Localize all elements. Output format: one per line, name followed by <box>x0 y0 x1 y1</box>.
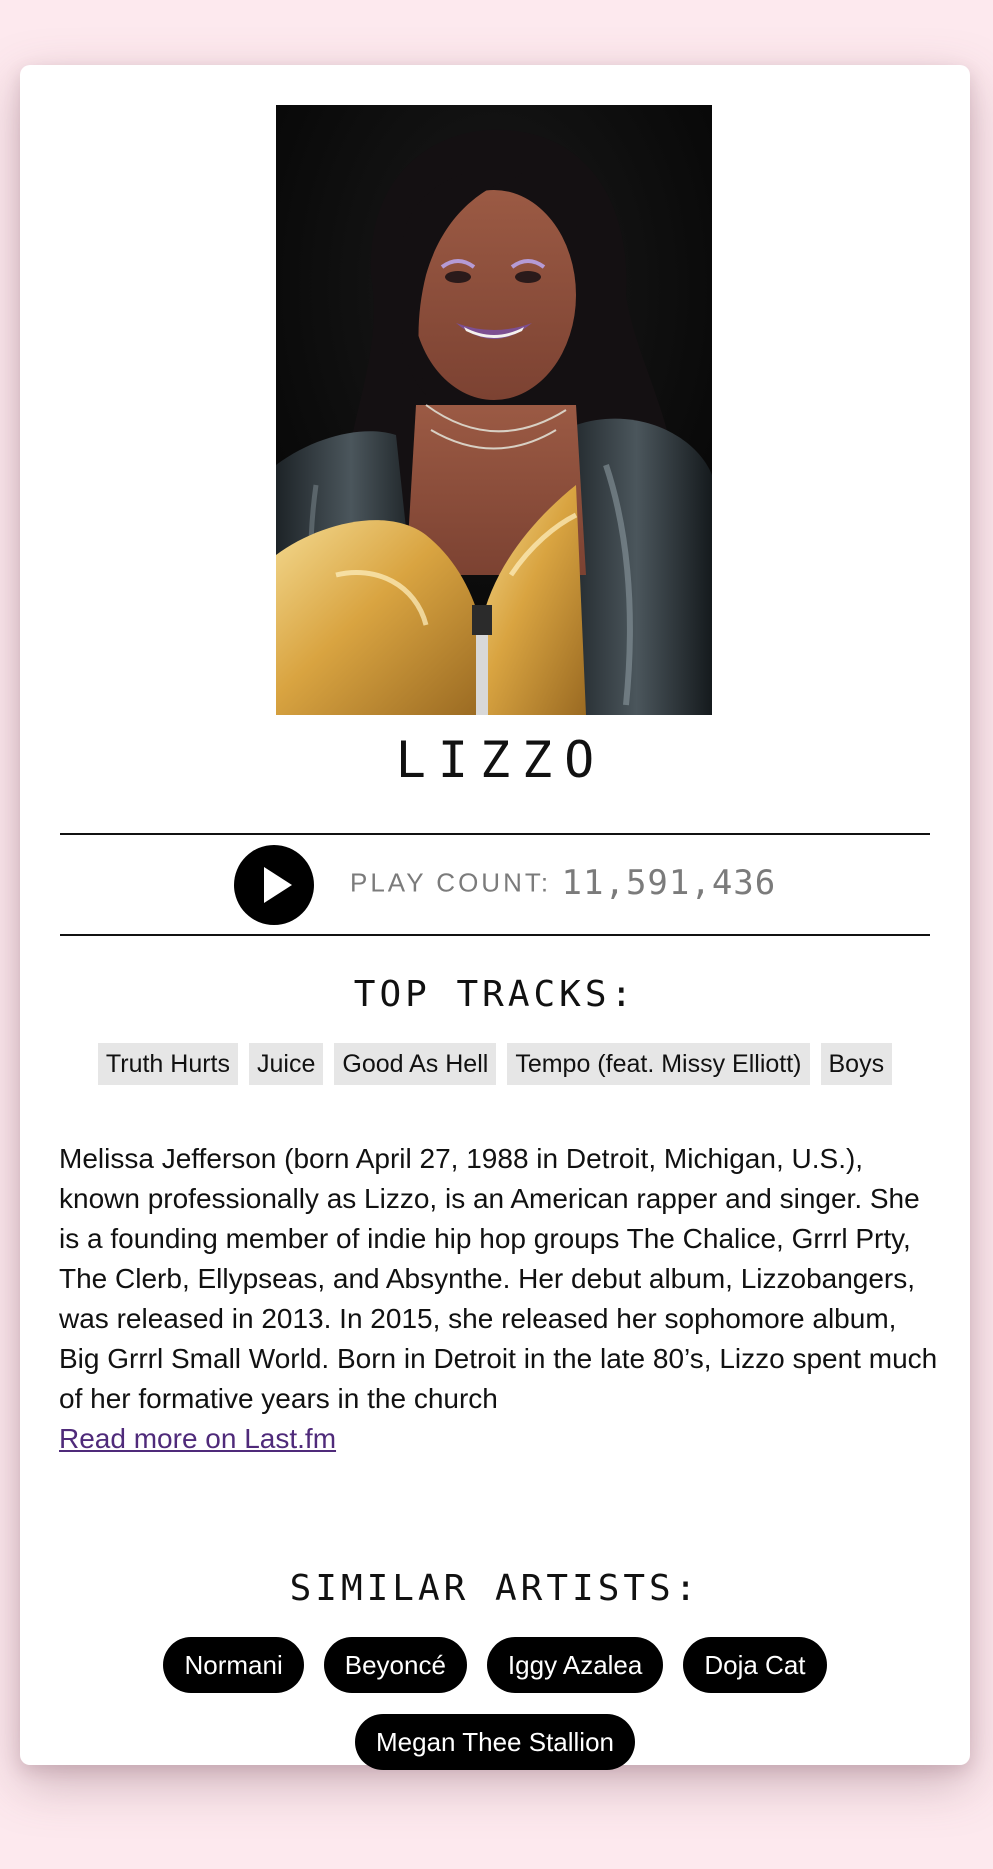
track-tag[interactable]: Tempo (feat. Missy Elliott) <box>507 1043 810 1085</box>
bio-text: Melissa Jefferson (born April 27, 1988 i… <box>59 1143 938 1414</box>
similar-artists-list: Normani Beyoncé Iggy Azalea Doja Cat Meg… <box>160 1572 830 1770</box>
similar-artist-pill[interactable]: Megan Thee Stallion <box>354 1714 635 1770</box>
playcount: PLAY COUNT: 11,591,436 <box>350 863 776 903</box>
artist-name: LIZZO <box>395 731 607 789</box>
artist-photo <box>276 105 712 715</box>
artist-card: LIZZO PLAY COUNT: 11,591,436 TOP TRACKS:… <box>20 65 970 1770</box>
track-tag[interactable]: Good As Hell <box>334 1043 497 1085</box>
similar-artist-pill[interactable]: Doja Cat <box>683 1637 827 1693</box>
similar-artist-pill[interactable]: Normani <box>163 1637 304 1693</box>
track-tag[interactable]: Truth Hurts <box>97 1043 239 1085</box>
similar-artist-pill[interactable]: Iggy Azalea <box>486 1637 664 1693</box>
read-more-link[interactable]: Read more on Last.fm <box>59 1423 336 1454</box>
playcount-bar: PLAY COUNT: 11,591,436 <box>60 833 930 936</box>
top-tracks-list: Truth Hurts Juice Good As Hell Tempo (fe… <box>20 1043 970 1085</box>
top-tracks-title: TOP TRACKS: <box>353 974 637 1015</box>
playcount-value: 11,591,436 <box>561 863 777 903</box>
play-icon <box>264 867 292 903</box>
track-tag[interactable]: Juice <box>249 1043 324 1085</box>
play-button[interactable] <box>234 845 314 925</box>
artist-bio: Melissa Jefferson (born April 27, 1988 i… <box>59 1139 939 1459</box>
similar-artist-pill[interactable]: Beyoncé <box>323 1637 467 1693</box>
playcount-label: PLAY COUNT: <box>350 867 552 898</box>
track-tag[interactable]: Boys <box>820 1043 893 1085</box>
